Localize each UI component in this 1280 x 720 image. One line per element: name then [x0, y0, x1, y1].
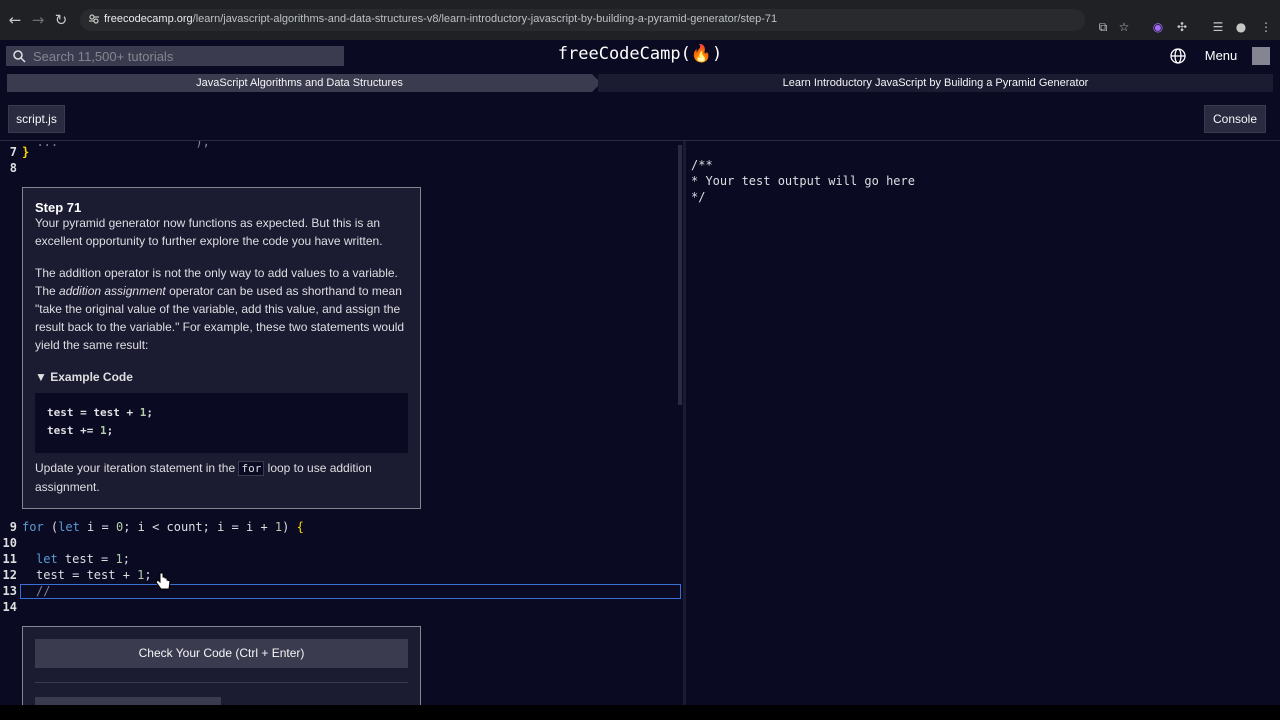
step-paragraph: The addition operator is not the only wa…: [35, 264, 405, 354]
url-host: freecodecamp.org: [104, 13, 193, 25]
code-token: test +=: [47, 424, 100, 437]
tab-search-icon[interactable]: ☰: [1210, 19, 1226, 35]
code-line-9: for (let i = 0; i < count; i = i + 1) {: [22, 520, 304, 534]
screen-bottom-edge: [0, 705, 1280, 720]
code-number: 1: [99, 424, 107, 437]
code-token: i =: [79, 520, 116, 534]
code-line-11: let test = 1;: [36, 552, 130, 566]
example-code-block: test = test + 1; test += 1;: [35, 393, 408, 453]
search-placeholder: Search 11,500+ tutorials: [33, 49, 174, 64]
code-line-12: test = test + 1;: [36, 568, 152, 582]
profile-icon[interactable]: ●: [1233, 19, 1249, 35]
code-token: test = test +: [47, 406, 140, 419]
code-line: }: [22, 145, 30, 159]
line-number: 12: [2, 568, 17, 582]
line-number: 14: [2, 600, 17, 614]
step-title: Step 71: [35, 200, 82, 215]
step-instruction: Update your iteration statement in the f…: [35, 459, 405, 496]
text-fragment: Update your iteration statement in the: [35, 461, 239, 475]
line-number: 11: [2, 552, 17, 566]
editable-region[interactable]: 9 for (let i = 0; i < count; i = i + 1) …: [0, 519, 683, 615]
output-line: * Your test output will go here: [691, 174, 915, 188]
bookmark-star-icon[interactable]: ☆: [1116, 19, 1132, 35]
editor-toolbar: [0, 95, 1280, 141]
address-bar[interactable]: freecodecamp.org/learn/javascript-algori…: [80, 9, 1085, 31]
console-button[interactable]: Console: [1204, 105, 1266, 133]
line-number: 8: [9, 161, 17, 175]
example-code-toggle[interactable]: ▼ Example Code: [35, 370, 133, 384]
test-output-pane: /** * Your test output will go here */: [686, 141, 1280, 705]
url-text: freecodecamp.org/learn/javascript-algori…: [104, 13, 777, 25]
code-token: test = test +: [36, 568, 138, 582]
file-tab-script-js[interactable]: script.js: [8, 105, 65, 133]
code-keyword: for: [22, 520, 44, 534]
search-icon: [13, 50, 26, 63]
emphasis-text: addition assignment: [59, 284, 166, 298]
code-token: ;: [122, 552, 130, 566]
code-line-partial: ... );: [22, 141, 210, 149]
example-code-line: test += 1;: [47, 424, 113, 437]
current-line-highlight: [20, 584, 681, 599]
code-keyword: let: [36, 552, 58, 566]
avatar[interactable]: [1252, 47, 1270, 65]
extensions-puzzle-icon[interactable]: ✣: [1174, 19, 1190, 35]
example-code-line: test = test + 1;: [47, 406, 153, 419]
code-token: ;: [106, 424, 114, 437]
code-number: 1: [115, 552, 123, 566]
extension-icon[interactable]: ◉: [1150, 19, 1166, 35]
check-code-button[interactable]: Check Your Code (Ctrl + Enter): [35, 639, 408, 668]
language-globe-icon[interactable]: [1169, 47, 1187, 65]
output-line: */: [691, 190, 706, 204]
line-number: 13: [2, 584, 17, 598]
action-panel: Check Your Code (Ctrl + Enter): [22, 626, 421, 716]
search-input[interactable]: Search 11,500+ tutorials: [6, 46, 344, 66]
back-icon[interactable]: ←: [6, 11, 24, 29]
reload-icon[interactable]: ↻: [52, 11, 70, 29]
inline-code: for: [238, 461, 265, 476]
code-token: ;: [144, 568, 152, 582]
forward-icon[interactable]: →: [29, 11, 47, 29]
breadcrumb-superblock[interactable]: JavaScript Algorithms and Data Structure…: [7, 74, 601, 92]
step-description-panel: Step 71 Your pyramid generator now funct…: [22, 187, 421, 509]
code-keyword: let: [58, 520, 80, 534]
browser-toolbar: ← → ↻ freecodecamp.org/learn/javascript-…: [0, 0, 1280, 40]
code-token: ;: [146, 406, 153, 419]
install-app-icon[interactable]: ⧉: [1095, 19, 1111, 35]
code-token: (: [43, 520, 59, 534]
code-brace: {: [296, 520, 304, 534]
breadcrumb: JavaScript Algorithms and Data Structure…: [7, 74, 1273, 92]
editor-scrollbar[interactable]: [678, 145, 682, 405]
line-number: 7: [9, 145, 17, 159]
site-info-icon[interactable]: [88, 13, 100, 25]
code-token: ; i < count; i = i +: [123, 520, 275, 534]
code-token: test =: [57, 552, 116, 566]
divider: [35, 682, 408, 683]
url-path: /learn/javascript-algorithms-and-data-st…: [192, 13, 778, 25]
breadcrumb-block[interactable]: Learn Introductory JavaScript by Buildin…: [598, 74, 1273, 92]
mouse-cursor-icon: [155, 572, 171, 590]
line-number: 9: [9, 520, 17, 534]
step-paragraph: Your pyramid generator now functions as …: [35, 216, 383, 248]
output-line: /**: [691, 158, 713, 172]
fcc-logo[interactable]: freeCodeCamp(🔥): [540, 44, 740, 64]
menu-button[interactable]: Menu: [1198, 45, 1244, 67]
line-number: 10: [2, 536, 17, 550]
chrome-menu-icon[interactable]: ⋮: [1258, 19, 1274, 35]
code-token: ): [282, 520, 297, 534]
